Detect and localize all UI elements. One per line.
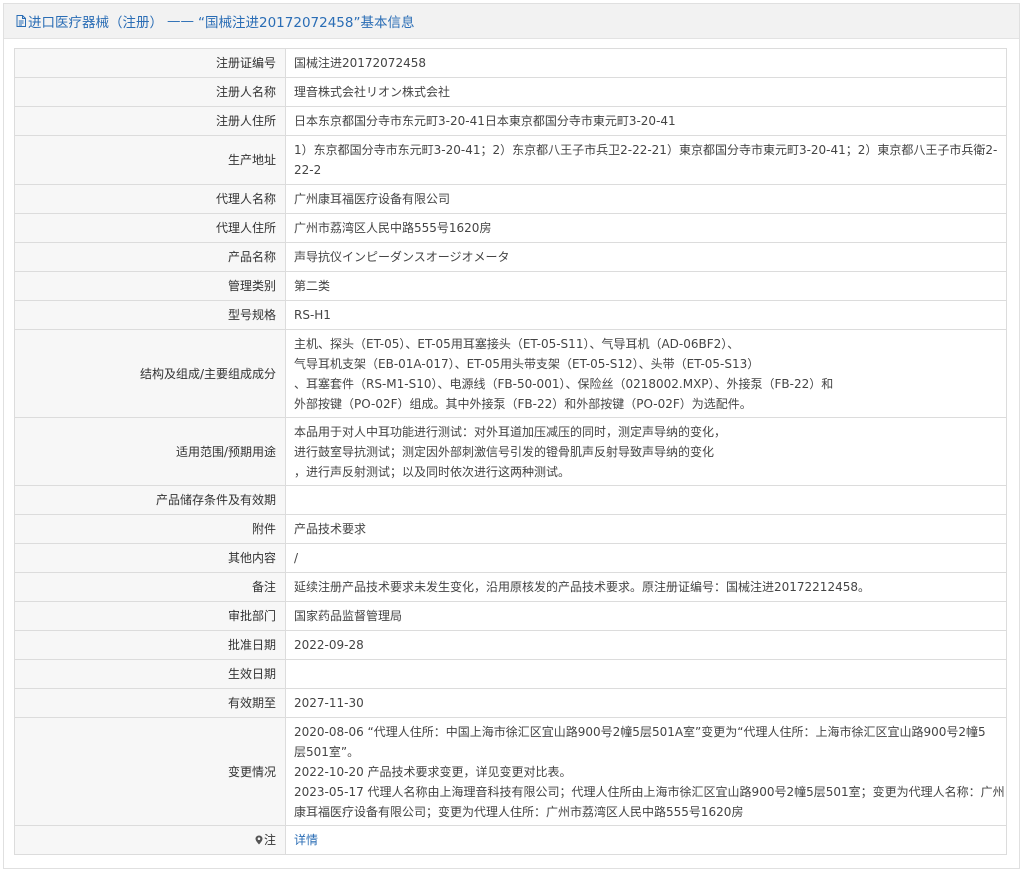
field-value-approval-date: 2022-09-28 bbox=[285, 630, 1007, 660]
change-line: 层501室”。 bbox=[294, 744, 360, 759]
field-label: 注册证编号 bbox=[14, 48, 286, 78]
panel-title-separator: —— bbox=[167, 13, 194, 29]
field-label: 型号规格 bbox=[14, 300, 286, 330]
field-value-category: 第二类 bbox=[285, 271, 1007, 301]
location-pin-icon bbox=[255, 835, 263, 845]
field-value-expiry: 2027-11-30 bbox=[285, 688, 1007, 718]
table-row-approval-date: 批准日期 2022-09-28 bbox=[14, 630, 1007, 660]
table-row-structure: 结构及组成/主要组成成分 主机、探头（ET-05）、ET-05用耳塞接头（ET-… bbox=[14, 329, 1007, 418]
table-row-remark: 备注 延续注册产品技术要求未发生变化，沿用原核发的产品技术要求。原注册证编号：国… bbox=[14, 572, 1007, 602]
field-label: 生效日期 bbox=[14, 659, 286, 689]
field-label: 代理人住所 bbox=[14, 213, 286, 243]
table-row-effective-date: 生效日期 bbox=[14, 659, 1007, 689]
table-row-scope: 适用范围/预期用途 本品用于对人中耳功能进行测试：对外耳道加压减压的同时，测定声… bbox=[14, 417, 1007, 486]
field-label: 适用范围/预期用途 bbox=[14, 417, 286, 486]
table-row-attachment: 附件 产品技术要求 bbox=[14, 514, 1007, 544]
field-label: 产品储存条件及有效期 bbox=[14, 485, 286, 515]
field-label: 注册人名称 bbox=[14, 77, 286, 107]
structure-line: 主机、探头（ET-05）、ET-05用耳塞接头（ET-05-S11）、气导耳机（… bbox=[294, 336, 740, 351]
field-value-mfg-addr: 1）东京都国分寺市东元町3-20-41；2）东京都八王子市兵卫2-22-21）東… bbox=[285, 135, 1007, 185]
scope-line: 本品用于对人中耳功能进行测试：对外耳道加压减压的同时，测定声导纳的变化， bbox=[294, 424, 727, 439]
field-value-effective-date bbox=[285, 659, 1007, 689]
field-label: 代理人名称 bbox=[14, 184, 286, 214]
document-icon bbox=[16, 15, 26, 27]
field-label: 其他内容 bbox=[14, 543, 286, 573]
change-line: 2023-05-17 代理人名称由上海理音科技有限公司；代理人住所由上海市徐汇区… bbox=[294, 784, 1005, 799]
structure-line: 外部按键（PO-02F）组成。其中外接泵（FB-22）和外部按键（PO-02F）… bbox=[294, 396, 752, 411]
registration-info-table: 注册证编号 国械注进20172072458 注册人名称 理音株式会社リオン株式会… bbox=[14, 48, 1007, 855]
field-value-structure: 主机、探头（ET-05）、ET-05用耳塞接头（ET-05-S11）、气导耳机（… bbox=[285, 329, 1007, 418]
structure-line: 气导耳机支架（EB-01A-017）、ET-05用头带支架（ET-05-S12）… bbox=[294, 356, 760, 371]
table-row-registrant-addr: 注册人住所 日本东京都国分寺市东元町3-20-41日本東京都国分寺市東元町3-2… bbox=[14, 106, 1007, 136]
scope-line: 进行鼓室导抗测试；测定因外部刺激信号引发的镫骨肌声反射导致声导纳的变化 bbox=[294, 444, 715, 459]
table-row-other: 其他内容 / bbox=[14, 543, 1007, 573]
field-label: 注册人住所 bbox=[14, 106, 286, 136]
table-row-reg-no: 注册证编号 国械注进20172072458 bbox=[14, 48, 1007, 78]
table-row-product: 产品名称 声导抗仪インピーダンスオージオメータ bbox=[14, 242, 1007, 272]
field-label: 产品名称 bbox=[14, 242, 286, 272]
scope-line: ，进行声反射测试；以及同时依次进行这两种测试。 bbox=[294, 464, 571, 479]
field-label: 管理类别 bbox=[14, 271, 286, 301]
field-value-note: 详情 bbox=[285, 825, 1007, 855]
field-value-model: RS-H1 bbox=[285, 300, 1007, 330]
panel-title-main: “国械注进20172072458”基本信息 bbox=[198, 15, 415, 31]
field-label: 有效期至 bbox=[14, 688, 286, 718]
field-label: 变更情况 bbox=[14, 717, 286, 826]
detail-panel: 进口医疗器械（注册） —— “国械注进20172072458”基本信息 注册证编… bbox=[3, 3, 1020, 869]
table-row-model: 型号规格 RS-H1 bbox=[14, 300, 1007, 330]
field-value-storage bbox=[285, 485, 1007, 515]
table-row-expiry: 有效期至 2027-11-30 bbox=[14, 688, 1007, 718]
note-label-text: 注 bbox=[263, 833, 276, 847]
field-value-reg-no: 国械注进20172072458 bbox=[285, 48, 1007, 78]
field-label: 备注 bbox=[14, 572, 286, 602]
field-label: 生产地址 bbox=[14, 135, 286, 185]
table-row-dept: 审批部门 国家药品监督管理局 bbox=[14, 601, 1007, 631]
field-value-product: 声导抗仪インピーダンスオージオメータ bbox=[285, 242, 1007, 272]
field-value-attachment: 产品技术要求 bbox=[285, 514, 1007, 544]
panel-title-bar: 进口医疗器械（注册） —— “国械注进20172072458”基本信息 bbox=[4, 4, 1019, 39]
field-label: 批准日期 bbox=[14, 630, 286, 660]
field-label: 附件 bbox=[14, 514, 286, 544]
change-line: 康耳福医疗设备有限公司；变更为代理人住所：广州市荔湾区人民中路555号1620房 bbox=[294, 804, 744, 819]
table-row-storage: 产品储存条件及有效期 bbox=[14, 485, 1007, 515]
field-value-changes: 2020-08-06 “代理人住所：中国上海市徐汇区宜山路900号2幢5层501… bbox=[285, 717, 1007, 826]
field-label-note: 注 bbox=[14, 825, 286, 855]
structure-line: 、耳塞套件（RS-M1-S10）、电源线（FB-50-001）、保险丝（0218… bbox=[294, 376, 834, 391]
field-value-registrant-addr: 日本东京都国分寺市东元町3-20-41日本東京都国分寺市東元町3-20-41 bbox=[285, 106, 1007, 136]
details-link[interactable]: 详情 bbox=[294, 833, 318, 847]
panel-title-prefix: 进口医疗器械（注册） bbox=[28, 15, 163, 31]
field-value-agent-addr: 广州市荔湾区人民中路555号1620房 bbox=[285, 213, 1007, 243]
change-line: 2022-10-20 产品技术要求变更，详见变更对比表。 bbox=[294, 764, 572, 779]
field-value-agent: 广州康耳福医疗设备有限公司 bbox=[285, 184, 1007, 214]
field-label: 结构及组成/主要组成成分 bbox=[14, 329, 286, 418]
field-value-registrant: 理音株式会社リオン株式会社 bbox=[285, 77, 1007, 107]
field-value-other: / bbox=[285, 543, 1007, 573]
table-row-note: 注 详情 bbox=[14, 825, 1007, 855]
table-row-category: 管理类别 第二类 bbox=[14, 271, 1007, 301]
field-label: 审批部门 bbox=[14, 601, 286, 631]
table-row-agent: 代理人名称 广州康耳福医疗设备有限公司 bbox=[14, 184, 1007, 214]
table-row-mfg-addr: 生产地址 1）东京都国分寺市东元町3-20-41；2）东京都八王子市兵卫2-22… bbox=[14, 135, 1007, 185]
table-row-registrant: 注册人名称 理音株式会社リオン株式会社 bbox=[14, 77, 1007, 107]
field-value-remark: 延续注册产品技术要求未发生变化，沿用原核发的产品技术要求。原注册证编号：国械注进… bbox=[285, 572, 1007, 602]
table-row-agent-addr: 代理人住所 广州市荔湾区人民中路555号1620房 bbox=[14, 213, 1007, 243]
change-line: 2020-08-06 “代理人住所：中国上海市徐汇区宜山路900号2幢5层501… bbox=[294, 724, 986, 739]
table-row-changes: 变更情况 2020-08-06 “代理人住所：中国上海市徐汇区宜山路900号2幢… bbox=[14, 717, 1007, 826]
field-value-scope: 本品用于对人中耳功能进行测试：对外耳道加压减压的同时，测定声导纳的变化， 进行鼓… bbox=[285, 417, 1007, 486]
field-value-dept: 国家药品监督管理局 bbox=[285, 601, 1007, 631]
